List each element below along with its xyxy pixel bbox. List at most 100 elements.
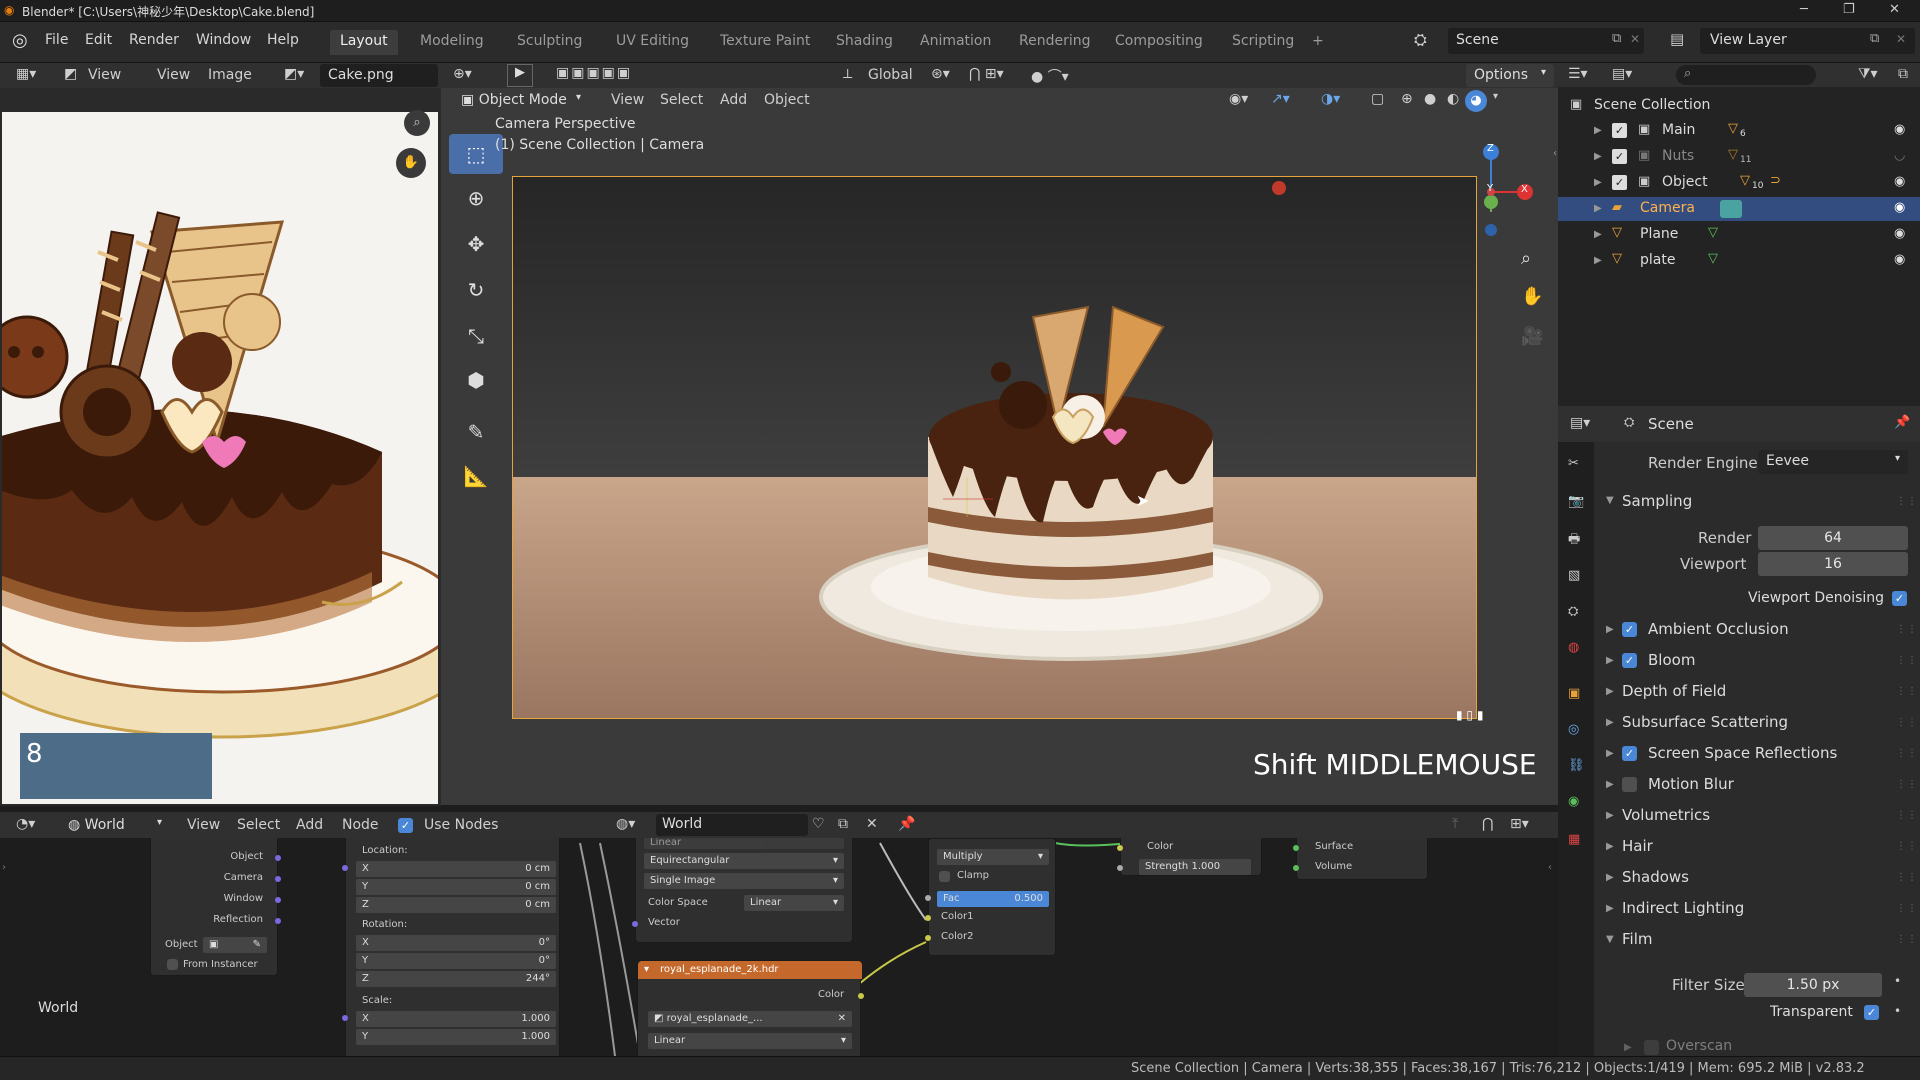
eye-icon[interactable]: ◉ — [1894, 122, 1905, 137]
transparent-checkbox[interactable]: ✓ — [1864, 1005, 1879, 1020]
mapping-node[interactable]: Location: X0 cm Y0 cm Z0 cm Rotation: X0… — [342, 838, 560, 1056]
rotation-y-field[interactable]: Y 0° — [356, 953, 556, 969]
environment-texture-node[interactable]: Linear Equirectangular ▾ Single Image ▾ Co… — [632, 838, 853, 943]
menu-window[interactable]: Window — [196, 32, 251, 48]
clamp-checkbox[interactable] — [939, 871, 950, 882]
camera-view-icon[interactable]: 🎥 — [1521, 326, 1543, 347]
menu-render[interactable]: Render — [129, 32, 179, 48]
image-editor-mode-icon[interactable]: ◩ — [64, 66, 77, 82]
shader-type-dropdown[interactable]: ◍ World ▾ — [60, 814, 170, 836]
drag-handle-icon[interactable]: ⋮⋮ — [1896, 934, 1918, 945]
scene-icon[interactable]: ⛭ — [1414, 30, 1427, 50]
menu-view[interactable]: View — [157, 67, 190, 83]
hdr-interpolation-dropdown[interactable]: Linear ▾ — [648, 1033, 852, 1049]
hdr-image-node[interactable]: ▾ royal_esplanade_2k.hdr Color ◩ royal_e… — [637, 960, 864, 1056]
new-scene-icon[interactable]: ⧉ — [1612, 31, 1621, 46]
properties-editor-type-icon[interactable]: ▤▾ — [1570, 415, 1590, 431]
socket-icon[interactable] — [342, 1015, 348, 1021]
socket-icon[interactable] — [275, 876, 281, 882]
shading-options-icon[interactable]: ▾ — [1493, 91, 1498, 102]
tab-animation[interactable]: Animation — [910, 30, 1001, 55]
socket-icon[interactable] — [275, 897, 281, 903]
node-editor-type-icon[interactable]: ◔▾ — [16, 816, 35, 832]
expand-arrow-icon[interactable]: ▶ — [1594, 177, 1602, 188]
expand-arrow-icon[interactable]: ▶ — [1594, 151, 1602, 162]
outliner-row[interactable]: ▶ ✓ ▣ Object ▽ 10 ⊃ ◉ — [1558, 171, 1920, 195]
location-y-field[interactable]: Y0 cm — [356, 879, 556, 895]
tab-scripting[interactable]: Scripting — [1222, 30, 1304, 55]
object-tab-icon[interactable]: ▣ — [1568, 686, 1580, 701]
exclude-checkbox[interactable]: ✓ — [1612, 123, 1627, 138]
color-space-dropdown[interactable]: Linear ▾ — [744, 895, 844, 911]
menu-help[interactable]: Help — [267, 32, 299, 48]
menu-add[interactable]: Add — [720, 92, 747, 108]
outliner-root[interactable]: ▣ Scene Collection — [1558, 95, 1920, 117]
exclude-checkbox[interactable]: ✓ — [1612, 175, 1627, 190]
screen-space-reflections-section[interactable]: ▶ ✓ Screen Space Reflections ⋮⋮ — [1594, 740, 1920, 770]
move-tool-icon[interactable]: ✥ — [449, 224, 503, 264]
filter-size-field[interactable]: 1.50 px — [1744, 973, 1882, 997]
subsurface-scattering-section[interactable]: ▶ Subsurface Scattering ⋮⋮ — [1594, 709, 1920, 739]
hair-section[interactable]: ▶ Hair ⋮⋮ — [1594, 833, 1920, 863]
restore-button[interactable]: ❐ — [1843, 2, 1855, 17]
material-shading-icon[interactable]: ◐ — [1447, 91, 1459, 107]
scale-tool-icon[interactable]: ⤡ — [449, 316, 503, 356]
zoom-icon[interactable]: ⌕ — [404, 110, 430, 136]
menu-view[interactable]: View — [187, 817, 220, 833]
screen-space-reflections-checkbox[interactable]: ✓ — [1622, 746, 1637, 761]
viewport-denoising-checkbox[interactable]: ✓ — [1892, 591, 1907, 606]
menu-image[interactable]: Image — [208, 67, 252, 83]
eye-icon[interactable]: ◉ — [1894, 252, 1905, 267]
outliner-row[interactable]: ▶ ✓ ▣ Nuts ▽ 11 ◡ — [1558, 145, 1920, 169]
viewport-3d[interactable]: ▣ Object Mode ▾ View Select Add Object ◉▾… — [441, 88, 1558, 805]
drag-handle-icon[interactable]: ⋮⋮ — [1896, 655, 1918, 666]
texture-tab-icon[interactable]: ▦ — [1568, 832, 1580, 847]
snap-icon[interactable]: ⋂ ⊞▾ — [969, 66, 1004, 82]
editor-type-icon[interactable]: ▦▾ — [16, 66, 36, 82]
socket-icon[interactable] — [925, 895, 931, 901]
filter-icon[interactable]: ⧩▾ — [1858, 66, 1878, 82]
eye-icon[interactable]: ◉ — [1894, 226, 1905, 241]
solid-shading-icon[interactable]: ● — [1424, 91, 1436, 107]
zoom-icon[interactable]: ⌕ — [1521, 248, 1531, 269]
viewport-editor-type-icon[interactable]: ⊕▾ — [453, 66, 472, 82]
tab-texture-paint[interactable]: Texture Paint — [710, 30, 820, 55]
menu-node[interactable]: Node — [342, 817, 379, 833]
background-node[interactable]: Color Strength 1.000 — [1117, 838, 1262, 876]
proportional-edit-icon[interactable]: ● ⌒▾ — [1031, 66, 1069, 86]
scene-tab-icon[interactable]: ⛭ — [1568, 604, 1578, 619]
rotation-x-field[interactable]: X 0° — [356, 935, 556, 951]
tab-compositing[interactable]: Compositing — [1105, 30, 1213, 55]
delete-scene-icon[interactable]: ✕ — [1630, 32, 1640, 46]
navigation-gizmo[interactable]: Z Y X — [1461, 138, 1541, 238]
orientation-dropdown[interactable]: Global — [868, 67, 913, 83]
socket-icon[interactable] — [1293, 845, 1299, 851]
socket-icon[interactable] — [1117, 845, 1123, 851]
source-dropdown[interactable]: Single Image ▾ — [644, 873, 844, 889]
expand-arrow-icon[interactable]: ▶ — [1594, 255, 1602, 266]
gizmo-toggle-icon[interactable]: ↗▾ — [1271, 91, 1290, 107]
drag-handle-icon[interactable]: ⋮⋮ — [1896, 748, 1918, 759]
viewport-samples-field[interactable]: 16 — [1758, 552, 1908, 576]
object-picker-field[interactable]: ▣ ✎ — [203, 937, 267, 953]
rotation-z-field[interactable]: Z 244° — [356, 971, 556, 987]
socket-icon[interactable] — [1117, 865, 1123, 871]
eye-closed-icon[interactable]: ◡ — [1894, 148, 1905, 163]
sampling-section-header[interactable]: ▼ Sampling ⋮⋮ — [1594, 488, 1920, 518]
render-engine-dropdown[interactable]: Eevee ▾ — [1758, 450, 1908, 474]
scale-x-field[interactable]: X 1.000 — [356, 1011, 556, 1027]
tab-modeling[interactable]: Modeling — [410, 30, 494, 55]
projection-dropdown[interactable]: Equirectangular ▾ — [644, 853, 844, 869]
object-mode-dropdown[interactable]: ▣ Object Mode ▾ — [453, 89, 589, 113]
image-browse-icon[interactable]: ◩▾ — [284, 66, 304, 82]
use-nodes-checkbox[interactable]: ✓ — [398, 818, 413, 833]
pan-hand-icon[interactable]: ✋ — [1521, 286, 1543, 307]
location-z-field[interactable]: Z0 cm — [356, 897, 556, 913]
measure-tool-icon[interactable]: 📐 — [449, 456, 503, 496]
drag-handle-icon[interactable]: ⋮⋮ — [1896, 624, 1918, 635]
close-button[interactable]: ✕ — [1889, 2, 1900, 17]
pan-hand-icon[interactable]: ✋ — [396, 148, 426, 178]
new-collection-icon[interactable]: ⧉ — [1898, 66, 1908, 82]
tab-rendering[interactable]: Rendering — [1009, 30, 1101, 55]
visibility-icon[interactable]: ◉▾ — [1229, 91, 1248, 107]
